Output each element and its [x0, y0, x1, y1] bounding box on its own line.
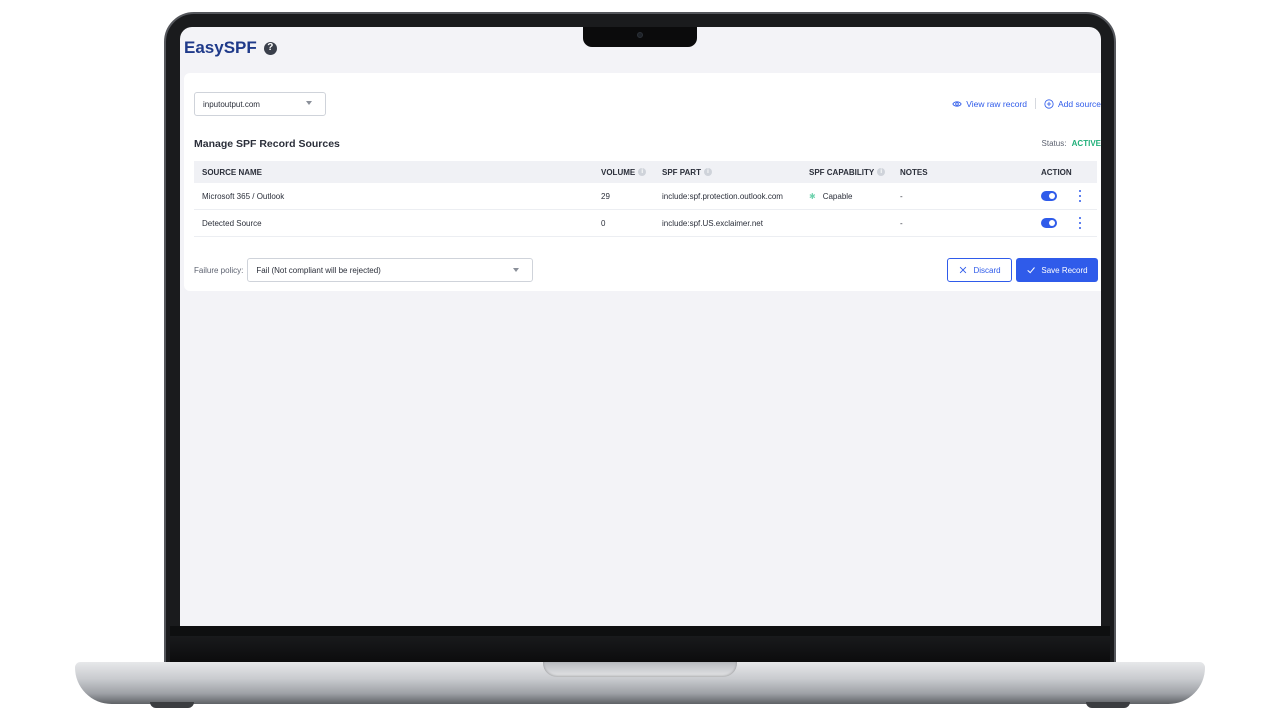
- status-label: Status:: [1041, 139, 1067, 148]
- col-spf-capability[interactable]: SPF CAPABILITY i: [809, 167, 886, 177]
- view-raw-record-link[interactable]: View raw record: [952, 99, 1027, 109]
- status: Status: ACTIVE: [1042, 139, 1101, 148]
- col-source-name[interactable]: SOURCE NAME: [202, 168, 262, 177]
- view-raw-record-label: View raw record: [966, 98, 1027, 109]
- col-volume[interactable]: VOLUME i: [601, 167, 647, 177]
- domain-select[interactable]: inputoutput.com: [194, 92, 326, 116]
- volume: 0: [601, 218, 606, 228]
- plus-circle-icon: [1044, 98, 1054, 109]
- discard-button[interactable]: Discard: [947, 258, 1012, 282]
- table-row: Microsoft 365 / Outlook 29 include:spf.p…: [194, 183, 1097, 210]
- kebab-menu-icon[interactable]: [1077, 217, 1083, 229]
- spf-part: include:spf.protection.outlook.com: [662, 191, 783, 201]
- laptop-foot-left: [150, 702, 194, 708]
- eye-icon: [952, 100, 962, 107]
- save-record-button[interactable]: Save Record: [1016, 258, 1098, 282]
- close-icon: [960, 266, 967, 274]
- col-spf-capability-label: SPF CAPABILITY: [809, 167, 875, 177]
- col-spf-part[interactable]: SPF PART i: [662, 168, 712, 177]
- table-row: Detected Source 0 include:spf.US.exclaim…: [194, 210, 1097, 237]
- app-title: EasySPF: [184, 38, 257, 57]
- screen: EasySPF ? inputoutput.com View raw recor…: [180, 27, 1101, 626]
- kebab-menu-icon[interactable]: [1077, 190, 1083, 202]
- domain-select-value: inputoutput.com: [203, 99, 260, 109]
- failure-policy-value: Fail (Not compliant will be rejected): [256, 265, 381, 275]
- spf-capability-label: Capable: [822, 191, 853, 201]
- source-name: Detected Source: [202, 218, 262, 228]
- enabled-toggle[interactable]: [1041, 218, 1057, 228]
- source-name: Microsoft 365 / Outlook: [202, 191, 285, 201]
- divider: [1035, 98, 1036, 109]
- col-notes: NOTES: [900, 167, 928, 177]
- sources-table: SOURCE NAME VOLUME i SPF PART i SPF CAPA…: [194, 161, 1097, 237]
- section-title: Manage SPF Record Sources: [194, 138, 340, 150]
- spf-part: include:spf.US.exclaimer.net: [662, 218, 763, 228]
- add-source-label: Add source: [1058, 98, 1101, 109]
- laptop-foot-right: [1086, 702, 1130, 708]
- save-record-label: Save Record: [1041, 265, 1088, 275]
- failure-policy: Failure policy: Fail (Not compliant will…: [194, 258, 534, 282]
- discard-label: Discard: [973, 265, 1001, 275]
- enabled-toggle[interactable]: [1041, 191, 1057, 201]
- laptop-hinge: [170, 636, 1110, 662]
- spf-card: inputoutput.com View raw record Add sour…: [184, 73, 1101, 291]
- col-volume-label: VOLUME: [601, 167, 636, 177]
- info-icon[interactable]: i: [638, 168, 647, 176]
- col-action: ACTION: [1041, 167, 1072, 177]
- capable-status-icon: ✱: [809, 191, 816, 201]
- table-header: SOURCE NAME VOLUME i SPF PART i SPF CAPA…: [194, 161, 1097, 183]
- camera-icon: [637, 32, 643, 38]
- status-badge: ACTIVE: [1071, 139, 1101, 148]
- add-source-link[interactable]: Add source: [1044, 99, 1101, 109]
- laptop-base-groove: [543, 662, 737, 677]
- notes: -: [900, 191, 903, 201]
- notes: -: [900, 218, 903, 228]
- check-icon: [1027, 267, 1036, 274]
- info-icon[interactable]: i: [703, 168, 712, 176]
- info-icon[interactable]: i: [877, 168, 886, 176]
- help-icon[interactable]: ?: [263, 41, 277, 55]
- chevron-down-icon: [513, 268, 520, 272]
- volume: 29: [601, 191, 610, 201]
- app-header: EasySPF ?: [184, 38, 277, 58]
- spf-capability: ✱ Capable: [809, 192, 853, 201]
- chevron-down-icon: [306, 101, 312, 105]
- col-spf-part-label: SPF PART: [662, 167, 701, 177]
- failure-policy-select[interactable]: Fail (Not compliant will be rejected): [247, 258, 534, 282]
- top-actions: View raw record Add source: [952, 98, 1101, 109]
- failure-policy-label: Failure policy:: [194, 265, 244, 275]
